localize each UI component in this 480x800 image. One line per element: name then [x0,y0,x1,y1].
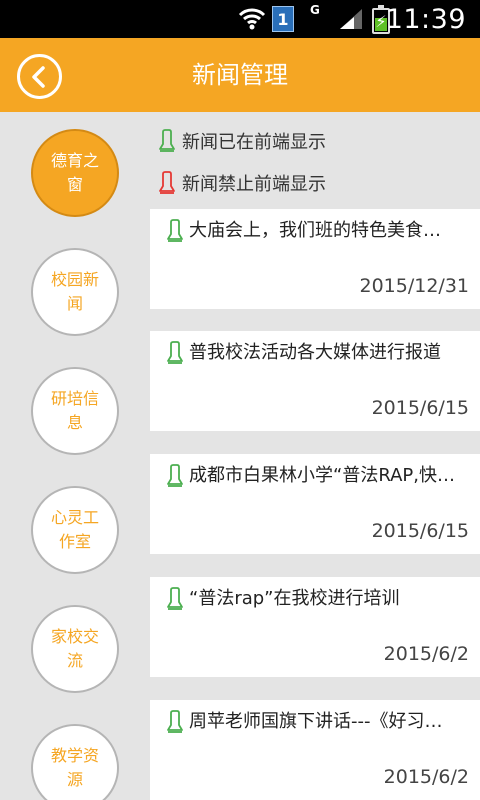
category-deyu[interactable]: 德育之窗 [31,129,119,217]
category-home-school[interactable]: 家校交流 [31,605,119,693]
news-title: 成都市白果林小学“普法RAP,快… [189,465,455,486]
news-title: “普法rap”在我校进行培训 [189,588,400,609]
bell-green-icon [166,219,184,247]
news-title: 普我校法活动各大媒体进行报道 [189,342,441,363]
news-item[interactable]: 周苹老师国旗下讲话---《好习… 2015/6/2 [150,700,480,800]
signal-icon [338,0,364,38]
clock: 11:39 [385,3,466,35]
legend-shown-label: 新闻已在前端显示 [182,132,326,153]
news-date: 2015/12/31 [359,275,469,297]
news-item[interactable]: 普我校法活动各大媒体进行报道 2015/6/15 [150,331,480,431]
category-counseling[interactable]: 心灵工作室 [31,486,119,574]
bell-green-icon [166,341,184,369]
app-header: 新闻管理 [0,38,480,112]
status-bar: 1 G ⚡ 11:39 [0,0,480,38]
news-title: 大庙会上，我们班的特色美食… [189,220,441,241]
sim-icon: 1 [272,6,294,32]
network-type-label: G [310,3,320,17]
category-sidebar: 德育之窗 校园新闻 研培信息 心灵工作室 家校交流 教学资源 [0,112,150,800]
bell-green-icon [158,129,176,153]
news-item[interactable]: 成都市白果林小学“普法RAP,快… 2015/6/15 [150,454,480,554]
legend-shown: 新闻已在前端显示 [158,126,326,156]
category-campus-news[interactable]: 校园新闻 [31,248,119,336]
news-item[interactable]: “普法rap”在我校进行培训 2015/6/2 [150,577,480,677]
legend-hidden-label: 新闻禁止前端显示 [182,174,326,195]
news-date: 2015/6/15 [371,397,469,419]
legend-hidden: 新闻禁止前端显示 [158,168,326,198]
bell-green-icon [166,587,184,615]
news-date: 2015/6/2 [383,766,469,788]
back-arrow-icon [32,66,45,88]
news-date: 2015/6/2 [383,643,469,665]
bell-green-icon [166,464,184,492]
category-teaching-resources[interactable]: 教学资源 [31,724,119,800]
news-date: 2015/6/15 [371,520,469,542]
status-legend: 新闻已在前端显示 新闻禁止前端显示 [150,112,480,208]
back-button[interactable] [17,54,62,99]
news-item[interactable]: 大庙会上，我们班的特色美食… 2015/12/31 [150,209,480,309]
category-training-info[interactable]: 研培信息 [31,367,119,455]
bell-green-icon [166,710,184,738]
news-title: 周苹老师国旗下讲话---《好习… [189,711,443,732]
wifi-icon [238,0,266,38]
bell-red-icon [158,171,176,195]
page-title: 新闻管理 [192,61,288,89]
